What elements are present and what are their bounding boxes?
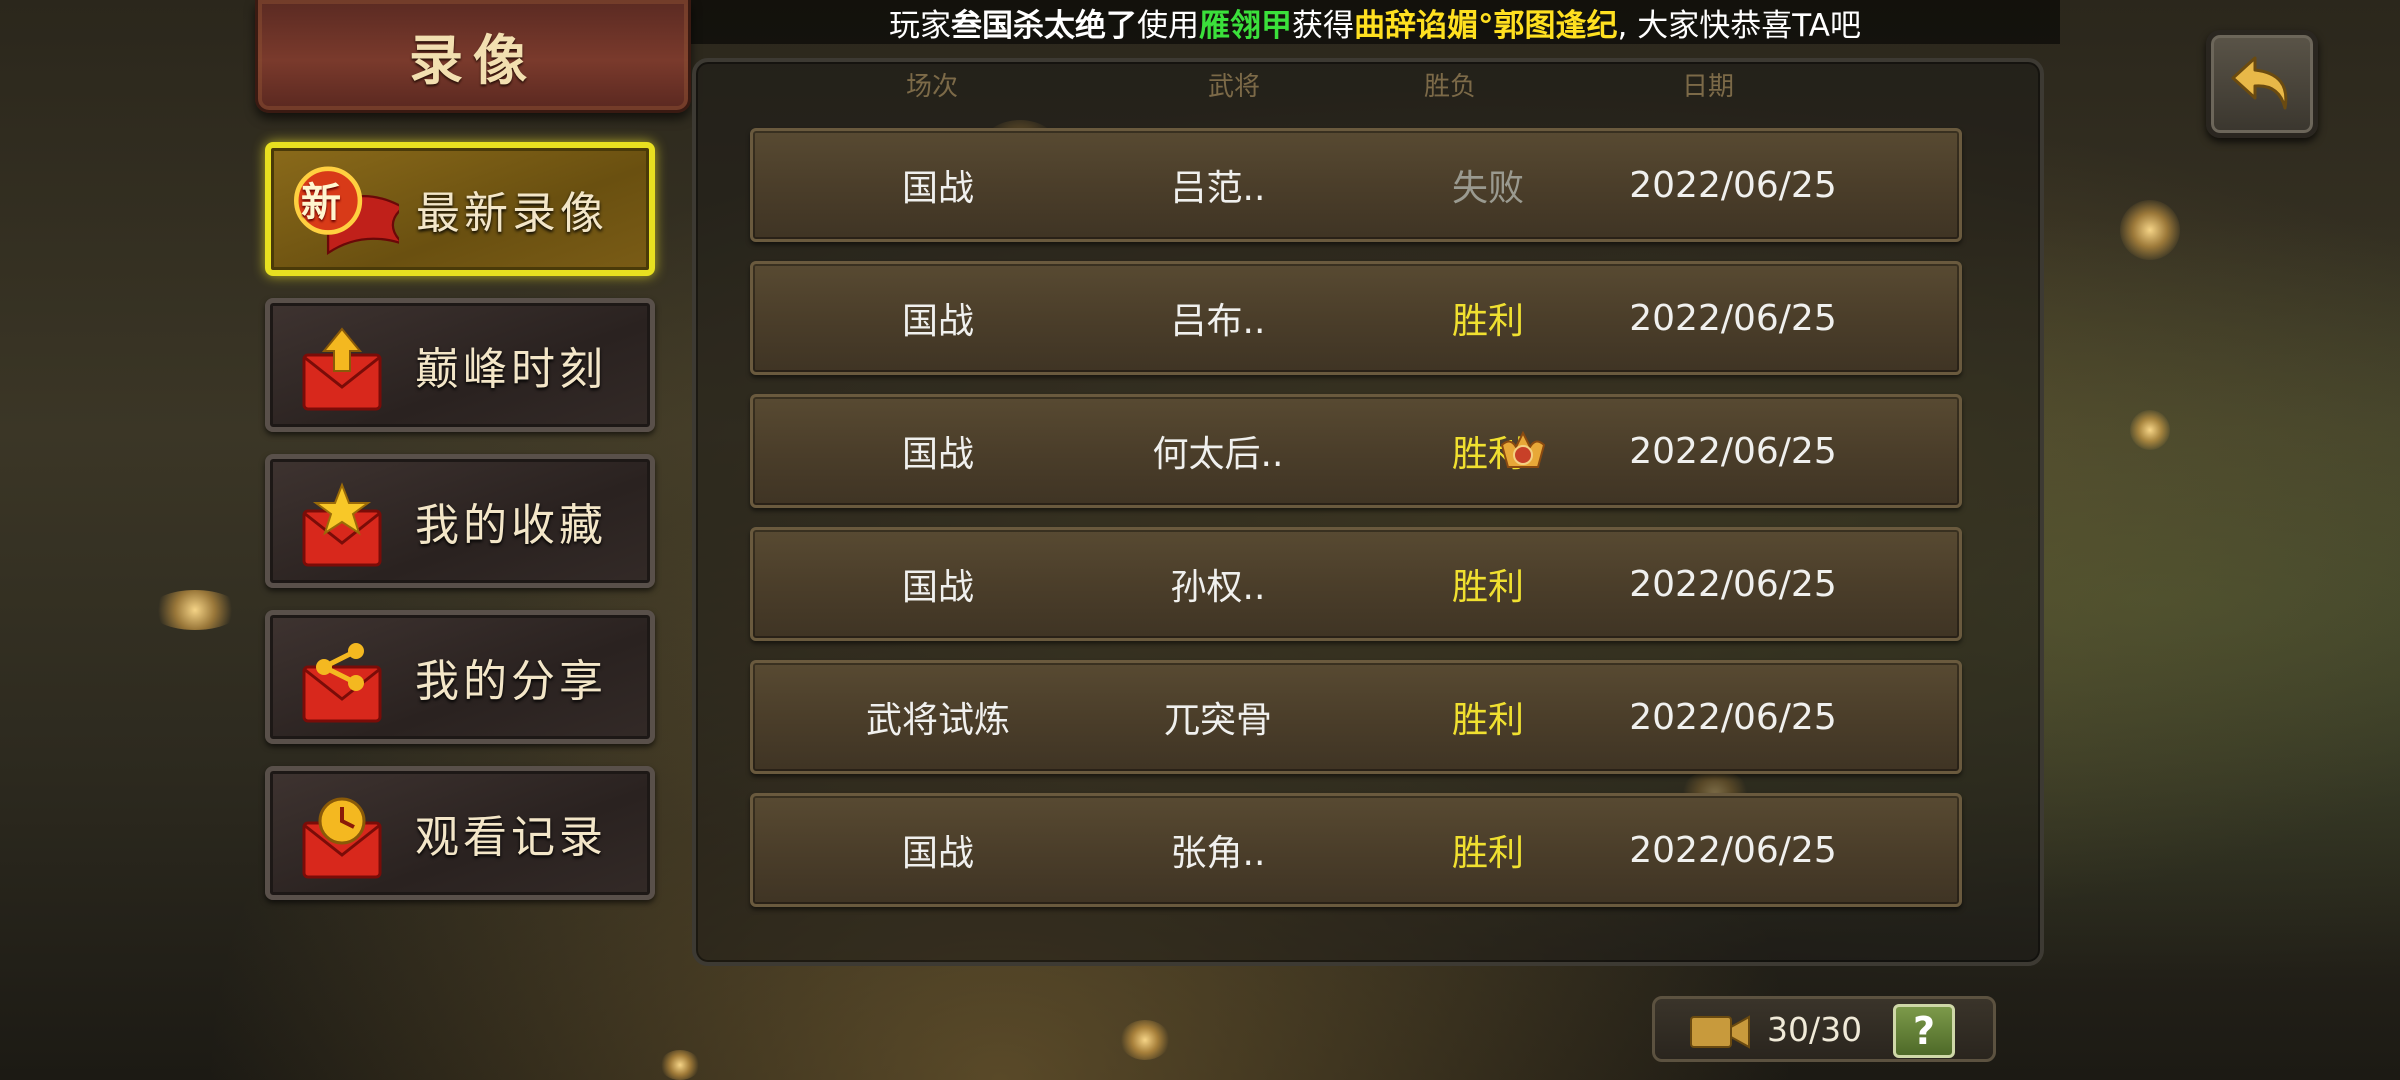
share-envelope-icon — [302, 643, 382, 723]
row-date: 2022/06/25 — [1629, 430, 1837, 472]
help-button[interactable]: ? — [1893, 1004, 1955, 1058]
row-date: 2022/06/25 — [1629, 563, 1837, 605]
marquee-used: 使用 — [1137, 7, 1200, 44]
recording-row[interactable]: 国战 孙权.. 胜利 2022/06/25 — [750, 527, 1962, 641]
new-badge: 新 — [301, 180, 341, 226]
history-envelope-icon — [302, 797, 382, 879]
menu-my-shares[interactable]: 我的分享 — [265, 610, 655, 744]
menu-my-favorites[interactable]: 我的收藏 — [265, 454, 655, 588]
star-envelope-icon — [302, 482, 382, 567]
menu-label: 最新录像 — [416, 188, 608, 239]
marquee-got: 获得 — [1292, 7, 1355, 44]
row-date: 2022/06/25 — [1629, 829, 1837, 871]
recording-row[interactable]: 武将试炼 兀突骨 胜利 2022/06/25 — [750, 660, 1962, 774]
page-title: 录像 — [409, 27, 537, 92]
arrow-envelope-icon — [302, 327, 382, 411]
marquee-player: 叁国杀太绝了 — [951, 7, 1138, 44]
recording-row[interactable]: 国战 吕布.. 胜利 2022/06/25 — [750, 261, 1962, 375]
header-result: 胜负 — [1424, 72, 1477, 102]
light-spark — [150, 590, 240, 630]
menu-latest-recordings[interactable]: 新 最新录像 — [265, 142, 655, 276]
header-mode: 场次 — [906, 72, 959, 102]
marquee-prefix: 玩家 — [889, 7, 952, 44]
menu-label: 观看记录 — [415, 812, 607, 863]
menu-label: 我的分享 — [415, 656, 607, 707]
marquee-item: 雁翎甲 — [1199, 7, 1293, 44]
back-button[interactable] — [2206, 30, 2318, 138]
light-spark — [2130, 410, 2170, 450]
marquee-prize: 曲辞谄媚°郭图逢纪 — [1354, 7, 1618, 44]
video-camera-icon — [1690, 1015, 1750, 1049]
recording-row[interactable]: 国战 吕范.. 失败 2022/06/25 — [750, 128, 1962, 242]
recording-quota: 30/30 ? — [1652, 996, 1996, 1062]
header-date: 日期 — [1682, 72, 1735, 102]
mvp-emblem-icon — [1500, 430, 1546, 468]
menu-watch-history[interactable]: 观看记录 — [265, 766, 655, 900]
menu-label: 我的收藏 — [415, 500, 607, 551]
light-spark — [1120, 1020, 1170, 1060]
recording-row[interactable]: 国战 何太后.. 胜利 2022/06/25 — [750, 394, 1962, 508]
marquee-suffix: , 大家快恭喜TA吧 — [1617, 7, 1861, 44]
title-banner: 录像 — [255, 0, 691, 113]
back-arrow-icon — [2231, 56, 2288, 110]
row-date: 2022/06/25 — [1629, 164, 1837, 206]
light-spark — [2120, 200, 2180, 260]
header-general: 武将 — [1208, 72, 1261, 102]
recording-row[interactable]: 国战 张角.. 胜利 2022/06/25 — [750, 793, 1962, 907]
row-date: 2022/06/25 — [1629, 297, 1837, 339]
light-spark — [660, 1050, 700, 1080]
menu-peak-moments[interactable]: 巅峰时刻 — [265, 298, 655, 432]
menu-label: 巅峰时刻 — [415, 344, 607, 395]
quota-count: 30/30 — [1767, 1009, 1863, 1049]
row-date: 2022/06/25 — [1629, 696, 1837, 738]
broadcast-marquee: 玩家 叁国杀太绝了 使用 雁翎甲 获得 曲辞谄媚°郭图逢纪, 大家快恭喜TA吧 — [690, 0, 2060, 44]
